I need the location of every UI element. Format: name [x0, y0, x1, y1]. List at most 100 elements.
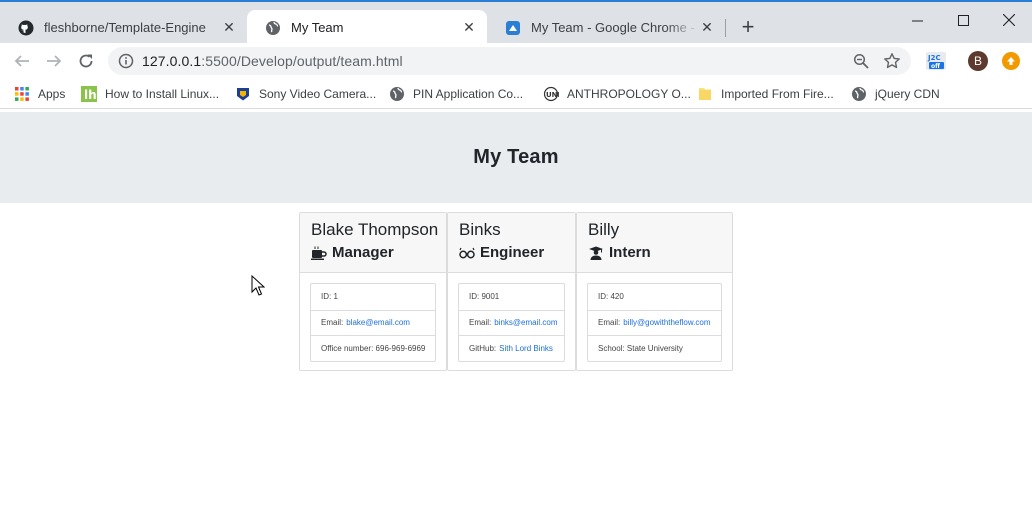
employee-email-row: Email: binks@email.com [459, 309, 564, 336]
tab-github-template-engine[interactable]: fleshborne/Template-Engine ✕ [0, 10, 247, 45]
linux-hint-icon: lh [81, 86, 97, 102]
employee-email-row: Email: billy@gowiththeflow.com [588, 309, 721, 336]
school: School: State University [588, 335, 721, 361]
minimize-button[interactable] [894, 6, 940, 34]
maximize-button[interactable] [940, 6, 986, 34]
role-label: Intern [609, 244, 651, 261]
update-button[interactable] [1002, 52, 1020, 70]
close-tab-icon[interactable]: ✕ [221, 19, 237, 36]
close-tab-icon[interactable]: ✕ [461, 19, 477, 36]
info-icon[interactable] [118, 53, 134, 69]
j2c-extension-button[interactable]: J2C off [925, 51, 947, 76]
globe-icon [390, 87, 404, 101]
zoom-icon[interactable] [853, 53, 869, 69]
tab-strip: fleshborne/Template-Engine ✕ My Team ✕ M… [0, 0, 1032, 45]
bookmark-sony-video-camera[interactable]: Sony Video Camera... [235, 85, 376, 103]
bookmark-pin-application[interactable]: PIN Application Co... [389, 85, 523, 103]
glasses-icon [459, 247, 475, 259]
browser-toolbar: 127.0.0.1:5500/Develop/output/team.html … [0, 43, 1032, 79]
j2c-extension-icon: J2Coff [926, 52, 946, 70]
card-body: ID: 9001 Email: binks@email.com GitHub: … [448, 273, 575, 372]
tab-separator [725, 19, 726, 37]
globe-icon [266, 20, 280, 35]
bookmark-label: PIN Application Co... [413, 87, 524, 101]
graduate-icon [589, 246, 603, 260]
card-header: Billy Intern [577, 213, 732, 273]
employee-name: Billy [588, 220, 620, 239]
sony-badge-icon [237, 88, 249, 101]
bookmark-install-linux[interactable]: lh How to Install Linux... [81, 85, 219, 103]
email-link[interactable]: billy@gowiththeflow.com [623, 318, 710, 327]
bookmark-imported-from-firefox[interactable]: Imported From Fire... [697, 85, 834, 103]
minimize-icon [911, 20, 923, 21]
url-path: :5500/Develop/output/team.html [201, 53, 403, 69]
github-link[interactable]: Sith Lord Binks [499, 344, 553, 353]
email-label: Email: [598, 318, 621, 328]
globe-icon [852, 87, 866, 101]
profile-avatar[interactable]: B [968, 51, 988, 71]
employee-details-list: ID: 420 Email: billy@gowiththeflow.com S… [587, 283, 722, 362]
bookmark-label: jQuery CDN [875, 87, 940, 101]
svg-text:off: off [931, 63, 940, 70]
employee-id: ID: 1 [321, 292, 338, 302]
bookmark-label: How to Install Linux... [105, 87, 220, 101]
bookmark-star-icon[interactable] [883, 52, 901, 70]
tab-title: My Team [291, 20, 344, 35]
card-body: ID: 420 Email: billy@gowiththeflow.com S… [577, 273, 732, 372]
arrow-right-icon [47, 55, 62, 67]
anthro-icon: UNL [543, 86, 559, 102]
role-label: Engineer [480, 244, 545, 261]
address-bar[interactable]: 127.0.0.1:5500/Develop/output/team.html [108, 47, 911, 75]
card-header: Blake Thompson Manager [300, 213, 446, 273]
employee-role: Manager [311, 244, 446, 262]
office-number: Office number: 696-969-6969 [311, 335, 435, 361]
close-window-button[interactable] [986, 6, 1032, 34]
page-header: My Team [0, 112, 1032, 203]
github-label: GitHub: [469, 343, 497, 353]
bookmark-apps[interactable]: Apps [14, 85, 65, 103]
bookmark-label: Apps [38, 87, 66, 101]
employee-card-manager: Blake Thompson Manager ID: 1 Email: blak… [299, 212, 447, 371]
tab-gyazo[interactable]: My Team - Google Chrome - Gyazo ✕ [487, 10, 725, 45]
employee-email-row: Email: blake@email.com [311, 309, 435, 336]
svg-text:UNL: UNL [546, 91, 559, 99]
github-row: GitHub: Sith Lord Binks [459, 335, 564, 361]
svg-text:lh: lh [84, 88, 97, 102]
forward-button[interactable] [44, 51, 64, 71]
bookmark-label: Sony Video Camera... [259, 87, 377, 101]
close-icon [1003, 14, 1015, 26]
email-link[interactable]: blake@email.com [346, 318, 410, 327]
arrow-left-icon [14, 55, 29, 67]
employee-id: ID: 420 [598, 292, 624, 302]
email-label: Email: [321, 318, 344, 328]
email-link[interactable]: binks@email.com [494, 318, 557, 327]
mouse-cursor-icon [251, 275, 265, 296]
new-tab-button[interactable]: + [736, 16, 760, 40]
tab-title: fleshborne/Template-Engine [44, 20, 206, 35]
tab-title: My Team - Google Chrome - Gyazo [531, 20, 699, 35]
employee-name: Blake Thompson [311, 220, 439, 239]
reload-icon [79, 54, 93, 68]
employee-role: Engineer [459, 244, 575, 262]
bookmark-jquery-cdn[interactable]: jQuery CDN [851, 85, 940, 103]
tab-my-team-active[interactable]: My Team ✕ [247, 10, 487, 45]
employee-card-engineer: Binks Engineer ID: 9001 Email: binks@ema… [447, 212, 576, 371]
page-content: My Team Blake Thompson Manager ID: 1 Ema… [0, 112, 1032, 506]
employee-role: Intern [588, 244, 732, 262]
maximize-icon [957, 14, 969, 26]
github-icon [18, 20, 34, 35]
apps-grid-icon [15, 87, 29, 101]
card-body: ID: 1 Email: blake@email.com Office numb… [300, 273, 446, 372]
employee-name: Binks [459, 220, 501, 239]
back-button[interactable] [12, 51, 32, 71]
url-host: 127.0.0.1 [142, 53, 202, 69]
url-text[interactable]: 127.0.0.1:5500/Develop/output/team.html [142, 53, 403, 69]
folder-icon [699, 88, 711, 100]
gyazo-icon [506, 20, 520, 35]
email-label: Email: [469, 318, 492, 328]
reload-button[interactable] [76, 51, 96, 71]
bookmarks-bar: Apps lh How to Install Linux... Sony Vid… [0, 79, 1032, 109]
close-tab-icon[interactable]: ✕ [699, 19, 715, 36]
arrow-up-icon [1007, 57, 1015, 65]
bookmark-anthropology[interactable]: UNL ANTHROPOLOGY O... [543, 85, 691, 103]
